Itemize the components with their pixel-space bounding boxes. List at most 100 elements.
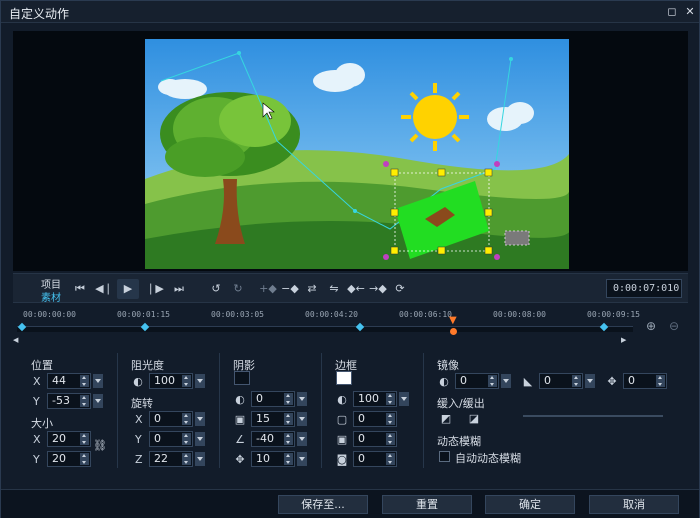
ok-button[interactable]: 确定 xyxy=(485,495,575,514)
ease-in-icon[interactable]: ◩ xyxy=(439,412,453,425)
ease-slider[interactable] xyxy=(523,415,663,417)
spin-buttons[interactable] xyxy=(80,433,89,445)
tick-label: 00:00:06:10 xyxy=(399,310,452,319)
size-y-axis: Y xyxy=(33,453,40,466)
rotation-y-axis: Y xyxy=(135,433,142,446)
position-y-field[interactable]: -53 xyxy=(47,393,91,409)
spin-buttons[interactable] xyxy=(572,375,581,387)
link-ratio-icon[interactable]: ⛓ xyxy=(93,439,107,452)
timeline-track[interactable] xyxy=(17,326,633,332)
spin-buttons[interactable] xyxy=(284,393,293,405)
rotation-y-dropdown[interactable] xyxy=(195,432,205,446)
border-opacity-field[interactable]: 100 xyxy=(353,391,397,407)
shadow-angle-field[interactable]: -40 xyxy=(251,431,295,447)
next-keyframe-icon[interactable]: →◆ xyxy=(367,279,389,299)
opacity-dropdown[interactable] xyxy=(195,374,205,388)
spin-buttons[interactable] xyxy=(80,395,89,407)
spin-buttons[interactable] xyxy=(80,453,89,465)
scroll-right-icon[interactable]: ▶ xyxy=(621,336,626,344)
shadow-color-swatch[interactable] xyxy=(234,371,250,385)
cancel-button[interactable]: 取消 xyxy=(589,495,679,514)
step-forward-icon[interactable]: ❘▶ xyxy=(144,279,166,299)
step-back-icon[interactable]: ◀❘ xyxy=(93,279,115,299)
mirror-fade-field[interactable]: 0 xyxy=(539,373,583,389)
close-icon[interactable]: ✕ xyxy=(683,5,697,19)
redo-icon[interactable]: ↻ xyxy=(227,279,249,299)
position-y-dropdown[interactable] xyxy=(93,394,103,408)
spin-buttons[interactable] xyxy=(284,433,293,445)
clip-mode-label[interactable]: 素材 xyxy=(41,289,61,304)
rotation-x-axis: X xyxy=(135,413,143,426)
border-blur-icon: ▣ xyxy=(336,433,348,446)
mirror-opacity-field[interactable]: 0 xyxy=(455,373,499,389)
convert-icon[interactable]: ⟳ xyxy=(389,279,411,299)
skip-start-icon[interactable]: ⏮ xyxy=(69,279,91,299)
remove-keyframe-icon[interactable]: −◆ xyxy=(279,279,301,299)
position-y-axis: Y xyxy=(33,395,40,408)
swap-icon[interactable]: ⇋ xyxy=(323,279,345,299)
border-opacity-dropdown[interactable] xyxy=(399,392,409,406)
zoom-out-icon[interactable]: ⊖ xyxy=(669,319,679,333)
scroll-left-icon[interactable]: ◀ xyxy=(13,336,18,344)
shadow-blur-field[interactable]: 15 xyxy=(251,411,295,427)
shadow-angle-dropdown[interactable] xyxy=(297,432,307,446)
spin-buttons[interactable] xyxy=(386,413,395,425)
reverse-icon[interactable]: ⇄ xyxy=(301,279,323,299)
rotation-x-dropdown[interactable] xyxy=(195,412,205,426)
preview-canvas[interactable] xyxy=(145,39,569,269)
spin-buttons[interactable] xyxy=(284,453,293,465)
rotation-z-dropdown[interactable] xyxy=(195,452,205,466)
shadow-angle-icon: ∠ xyxy=(235,433,245,446)
add-keyframe-icon[interactable]: +◆ xyxy=(257,279,279,299)
spin-buttons[interactable] xyxy=(182,413,191,425)
timeline-ruler[interactable]: 00:00:00:00 00:00:01:15 00:00:03:05 00:0… xyxy=(13,306,640,344)
shadow-opacity-icon: ◐ xyxy=(235,393,245,406)
border-width-field[interactable]: 0 xyxy=(353,411,397,427)
auto-motion-blur-checkbox[interactable] xyxy=(439,451,450,462)
spin-buttons[interactable] xyxy=(284,413,293,425)
spin-buttons[interactable] xyxy=(182,453,191,465)
skip-end-icon[interactable]: ⏭ xyxy=(168,279,190,299)
mirror-fade-dropdown[interactable] xyxy=(585,374,595,388)
mirror-offset-field[interactable]: 0 xyxy=(623,373,667,389)
shadow-distance-dropdown[interactable] xyxy=(297,452,307,466)
border-opacity-icon: ◐ xyxy=(337,393,347,406)
size-x-field[interactable]: 20 xyxy=(47,431,91,447)
spin-buttons[interactable] xyxy=(656,375,665,387)
mirror-opacity-dropdown[interactable] xyxy=(501,374,511,388)
shadow-opacity-dropdown[interactable] xyxy=(297,392,307,406)
ease-out-icon[interactable]: ◪ xyxy=(467,412,481,425)
opacity-field[interactable]: 100 xyxy=(149,373,193,389)
current-keyframe-marker[interactable] xyxy=(450,328,457,335)
undo-icon[interactable]: ↺ xyxy=(205,279,227,299)
border-inner-field[interactable]: 0 xyxy=(353,451,397,467)
spin-buttons[interactable] xyxy=(386,453,395,465)
prev-keyframe-icon[interactable]: ◆← xyxy=(345,279,367,299)
spin-buttons[interactable] xyxy=(386,393,395,405)
reset-button[interactable]: 重置 xyxy=(382,495,472,514)
timecode-display[interactable]: 0:00:07:010 xyxy=(606,279,682,298)
size-x-axis: X xyxy=(33,433,41,446)
rotation-x-field[interactable]: 0 xyxy=(149,411,193,427)
position-x-dropdown[interactable] xyxy=(93,374,103,388)
spin-buttons[interactable] xyxy=(182,375,191,387)
size-y-field[interactable]: 20 xyxy=(47,451,91,467)
maximize-icon[interactable]: ◻ xyxy=(665,5,679,19)
playhead-marker[interactable]: ▼ xyxy=(449,316,459,326)
shadow-blur-dropdown[interactable] xyxy=(297,412,307,426)
save-to-button[interactable]: 保存至... xyxy=(278,495,368,514)
spin-buttons[interactable] xyxy=(182,433,191,445)
border-blur-field[interactable]: 0 xyxy=(353,431,397,447)
spin-buttons[interactable] xyxy=(488,375,497,387)
spin-buttons[interactable] xyxy=(80,375,89,387)
opacity-icon: ◐ xyxy=(133,375,143,388)
play-icon[interactable]: ▶ xyxy=(117,279,139,299)
shadow-distance-field[interactable]: 10 xyxy=(251,451,295,467)
border-color-swatch[interactable] xyxy=(336,371,352,385)
rotation-y-field[interactable]: 0 xyxy=(149,431,193,447)
shadow-opacity-field[interactable]: 0 xyxy=(251,391,295,407)
spin-buttons[interactable] xyxy=(386,433,395,445)
rotation-z-field[interactable]: 22 xyxy=(149,451,193,467)
zoom-in-icon[interactable]: ⊕ xyxy=(646,319,656,333)
position-x-field[interactable]: 44 xyxy=(47,373,91,389)
